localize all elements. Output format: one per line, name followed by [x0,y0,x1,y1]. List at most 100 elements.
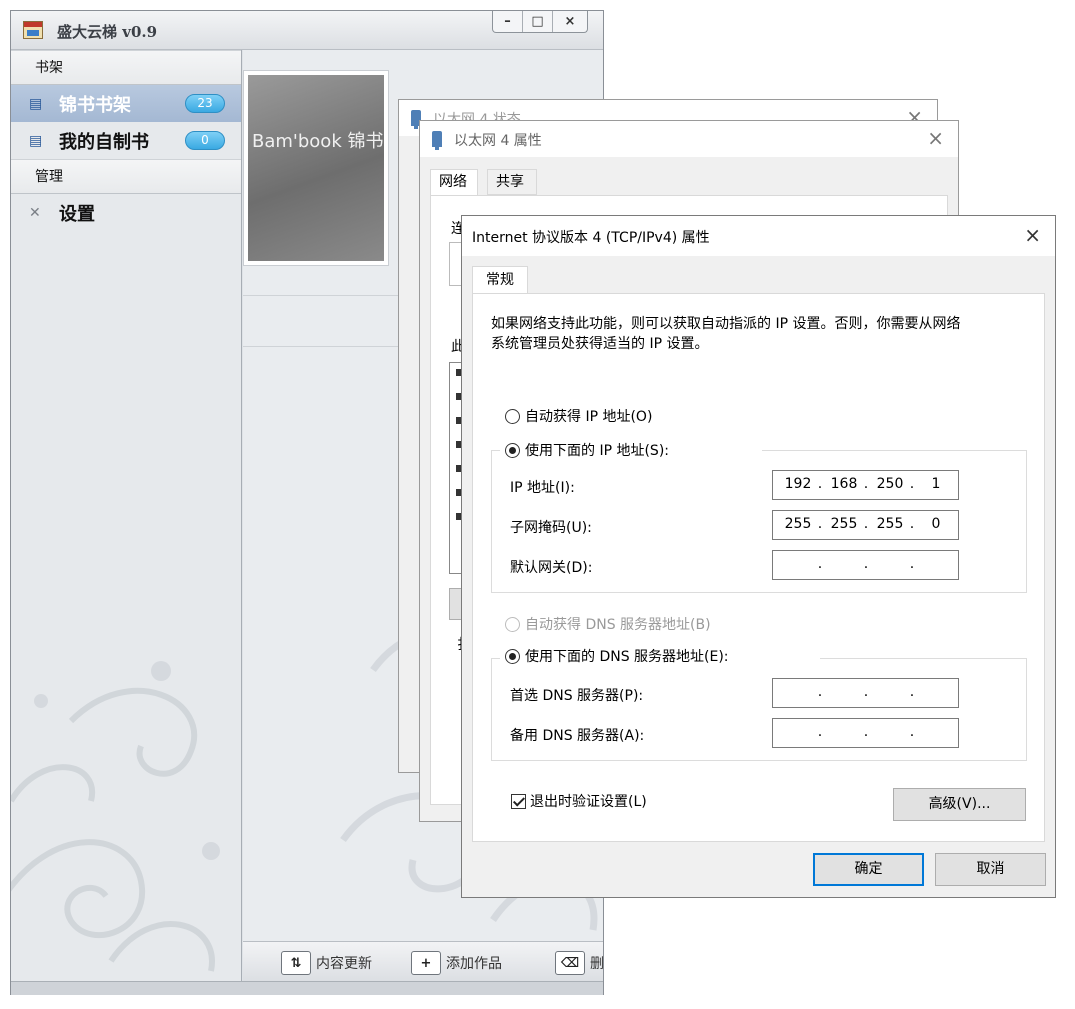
update-content-button[interactable]: ⇅ 内容更新 [281,951,372,975]
gateway-field[interactable]: . . . [772,550,959,580]
ok-button[interactable]: 确定 [813,853,924,886]
close-icon[interactable]: × [927,126,944,150]
delete-button[interactable]: ⌫ 删 [555,951,604,975]
alternate-dns-label: 备用 DNS 服务器(A): [510,728,645,744]
radio-off-icon [505,408,520,424]
ip-group: IP 地址(I): 192 . 168 . 250 . 1 子网掩码(U): 2… [491,450,1027,593]
count-badge: 0 [185,131,225,150]
trash-icon: ⌫ [555,951,585,975]
close-button[interactable]: × [553,11,587,32]
preferred-dns-label: 首选 DNS 服务器(P): [510,688,644,704]
book-icon: ▤ [29,95,43,112]
sidebar-item-label: 锦书书架 [59,94,131,116]
refresh-icon: ⇅ [281,951,311,975]
radio-label: 自动获得 DNS 服务器地址(B) [525,617,711,633]
dot: . [909,516,915,532]
add-work-button[interactable]: + 添加作品 [411,951,502,975]
dot: . [817,476,823,492]
alternate-dns-field[interactable]: . . . [772,718,959,748]
dns-group: 首选 DNS 服务器(P): . . . 备用 DNS 服务器(A): . . … [491,658,1027,761]
toolbar-label: 内容更新 [316,956,372,972]
sidebar-item-label: 我的自制书 [59,131,149,153]
dot: . [909,684,915,700]
radio-label: 自动获得 IP 地址(O) [525,409,653,425]
auto-dns-radio[interactable]: 自动获得 DNS 服务器地址(B) [505,614,711,634]
auto-ip-radio[interactable]: 自动获得 IP 地址(O) [505,406,652,426]
dot: . [817,516,823,532]
octet: 168 [830,476,858,492]
radio-label: 使用下面的 DNS 服务器地址(E): [525,649,729,665]
tools-icon: ✕ [29,204,41,221]
octet: 0 [931,516,941,532]
close-icon[interactable]: × [1024,223,1041,247]
description: 如果网络支持此功能，则可以获取自动指派的 IP 设置。否则，你需要从网络 系统管… [491,314,1011,354]
checkbox-label: 退出时验证设置(L) [530,794,647,810]
sidebar-item-label: 设置 [59,203,95,225]
dot: . [817,724,823,740]
subnet-mask-field[interactable]: 255 . 255 . 255 . 0 [772,510,959,540]
tab-general[interactable]: 常规 [472,266,528,294]
dot: . [863,724,869,740]
book-cover: Bam'book 锦书 [248,75,384,261]
dot: . [863,684,869,700]
book-icon: ▤ [29,132,43,149]
manual-ip-radio[interactable]: 使用下面的 IP 地址(S): [505,440,669,460]
description-line: 系统管理员处获得适当的 IP 设置。 [491,336,709,352]
decorative-swirl [11,661,220,972]
book-brand: Bam'book 锦书 [252,131,384,152]
sidebar-group-bookshelf: 书架 [11,50,241,85]
book-card[interactable]: Bam'book 锦书 [243,70,389,266]
manual-dns-radio[interactable]: 使用下面的 DNS 服务器地址(E): [505,646,729,666]
count-badge: 23 [185,94,225,113]
octet: 1 [931,476,941,492]
network-adapter-icon [432,131,442,150]
gateway-label: 默认网关(D): [510,560,593,576]
octet: 255 [784,516,812,532]
app-logo-icon [23,21,43,39]
status-bar [11,981,603,995]
minimize-button[interactable]: – [493,11,523,32]
octet: 250 [876,476,904,492]
preferred-dns-field[interactable]: . . . [772,678,959,708]
app-title: 盛大云梯 v0.9 [57,23,158,41]
sidebar-group-manage: 管理 [11,159,241,194]
checkbox-checked-icon [511,793,526,809]
validate-on-exit-checkbox[interactable]: 退出时验证设置(L) [511,791,647,811]
dot: . [909,556,915,572]
general-panel: 如果网络支持此功能，则可以获取自动指派的 IP 设置。否则，你需要从网络 系统管… [472,293,1045,842]
sidebar-item-my-books[interactable]: ▤ 我的自制书 0 [11,122,241,159]
octet: 255 [830,516,858,532]
dialog-title: 以太网 4 属性 [454,133,542,149]
subnet-mask-label: 子网掩码(U): [510,520,592,536]
tab-network[interactable]: 网络 [430,169,478,196]
window-controls: – □ × [492,11,588,33]
octet: 255 [876,516,904,532]
toolbar-label: 删 [590,956,604,972]
dot: . [863,476,869,492]
dot: . [863,556,869,572]
maximize-button[interactable]: □ [523,11,553,32]
dot: . [909,724,915,740]
dot: . [909,476,915,492]
ip-address-label: IP 地址(I): [510,480,575,496]
advanced-button[interactable]: 高级(V)... [893,788,1026,821]
cancel-button[interactable]: 取消 [935,853,1046,886]
dialog-title-bar: Internet 协议版本 4 (TCP/IPv4) 属性 × [462,216,1055,256]
octet: 192 [784,476,812,492]
ipv4-properties-dialog: Internet 协议版本 4 (TCP/IPv4) 属性 × 常规 如果网络支… [461,215,1056,898]
dot: . [817,556,823,572]
dialog-title-bar: 以太网 4 属性 × [420,121,958,157]
sidebar-item-jinshu-shelf[interactable]: ▤ 锦书书架 23 [11,85,241,122]
radio-label: 使用下面的 IP 地址(S): [525,443,669,459]
plus-icon: + [411,951,441,975]
tab-sharing[interactable]: 共享 [487,169,537,195]
sidebar-item-settings[interactable]: ✕ 设置 [11,194,241,231]
app-toolbar: ⇅ 内容更新 + 添加作品 ⌫ 删 [243,941,604,981]
description-line: 如果网络支持此功能，则可以获取自动指派的 IP 设置。否则，你需要从网络 [491,316,961,332]
ip-address-field[interactable]: 192 . 168 . 250 . 1 [772,470,959,500]
toolbar-label: 添加作品 [446,956,502,972]
radio-off-icon [505,616,520,632]
app-title-bar: 盛大云梯 v0.9 – □ × [11,11,603,50]
dot: . [817,684,823,700]
dialog-title: Internet 协议版本 4 (TCP/IPv4) 属性 [472,230,710,246]
